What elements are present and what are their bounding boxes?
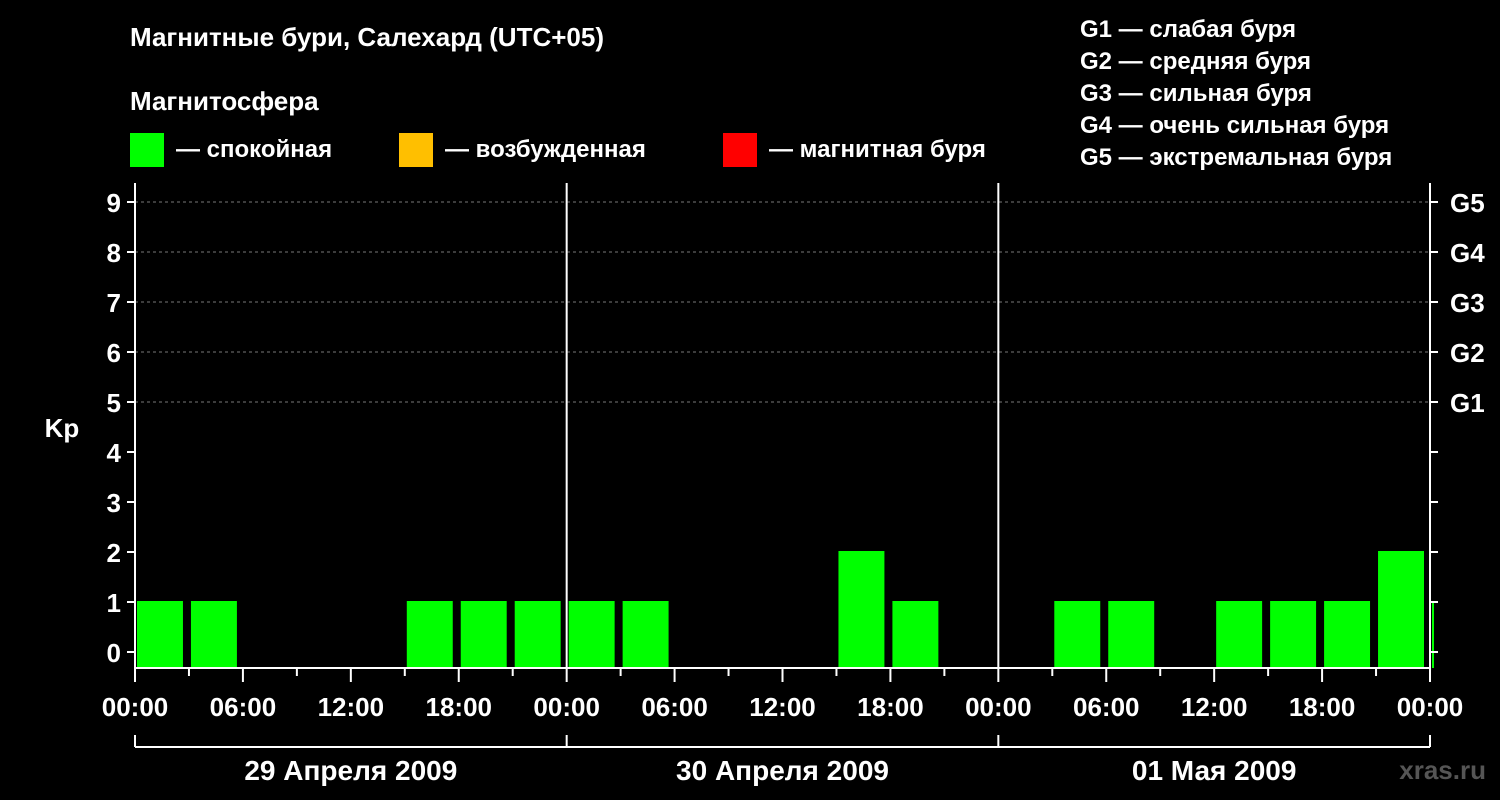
storm-level-label: G3 <box>1450 288 1485 318</box>
x-tick-label: 06:00 <box>641 692 708 722</box>
y-tick-label: 6 <box>107 338 121 368</box>
x-tick-label: 00:00 <box>102 692 169 722</box>
x-tick-label: 06:00 <box>1073 692 1140 722</box>
x-tick-label: 06:00 <box>210 692 277 722</box>
x-tick-label: 18:00 <box>857 692 924 722</box>
y-tick-label: 8 <box>107 238 121 268</box>
kp-bar <box>406 601 453 668</box>
kp-bar <box>514 601 561 668</box>
kp-bar <box>622 601 669 668</box>
y-tick-label: 9 <box>107 188 121 218</box>
day-label: 30 Апреля 2009 <box>676 755 889 786</box>
storm-level-label: G5 <box>1450 188 1485 218</box>
x-tick-label: 18:00 <box>426 692 493 722</box>
kp-bar-chart: 0 1 2 3 4 5 6 7 8 9 Kp G1 G2 G3 G4 G5 00:00 06:00 12:00 18:… <box>45 183 1485 786</box>
x-tick-label: 00:00 <box>965 692 1032 722</box>
storm-level-label: G1 <box>1450 388 1485 418</box>
day-label: 01 Мая 2009 <box>1132 755 1297 786</box>
x-tick-label: 12:00 <box>1181 692 1248 722</box>
y-tick-label: 3 <box>107 488 121 518</box>
kp-bar <box>568 601 615 668</box>
kp-bar <box>1324 601 1371 668</box>
kp-bar <box>1378 551 1424 668</box>
kp-bar <box>190 601 237 668</box>
kp-bar <box>1432 601 1434 668</box>
watermark: xras.ru <box>1399 755 1486 785</box>
kp-bar <box>1108 601 1155 668</box>
kp-bar <box>1216 601 1263 668</box>
x-tick-label: 12:00 <box>318 692 385 722</box>
kp-bar <box>1270 601 1317 668</box>
x-tick-label: 00:00 <box>533 692 600 722</box>
day-label: 29 Апреля 2009 <box>244 755 457 786</box>
kp-bar <box>460 601 507 668</box>
kp-bar <box>1054 601 1101 668</box>
y-tick-label: 2 <box>107 538 121 568</box>
x-tick-label: 12:00 <box>749 692 816 722</box>
storm-level-label: G2 <box>1450 338 1485 368</box>
kp-bar <box>137 601 183 668</box>
y-tick-label: 0 <box>107 638 121 668</box>
y-axis-label: Kp <box>45 413 80 443</box>
x-tick-label: 18:00 <box>1289 692 1356 722</box>
y-tick-label: 7 <box>107 288 121 318</box>
x-tick-label: 00:00 <box>1397 692 1464 722</box>
y-tick-label: 5 <box>107 388 121 418</box>
storm-level-label: G4 <box>1450 238 1485 268</box>
kp-bar <box>838 551 885 668</box>
kp-bar <box>892 601 939 668</box>
y-tick-label: 4 <box>107 438 122 468</box>
y-tick-label: 1 <box>107 588 121 618</box>
